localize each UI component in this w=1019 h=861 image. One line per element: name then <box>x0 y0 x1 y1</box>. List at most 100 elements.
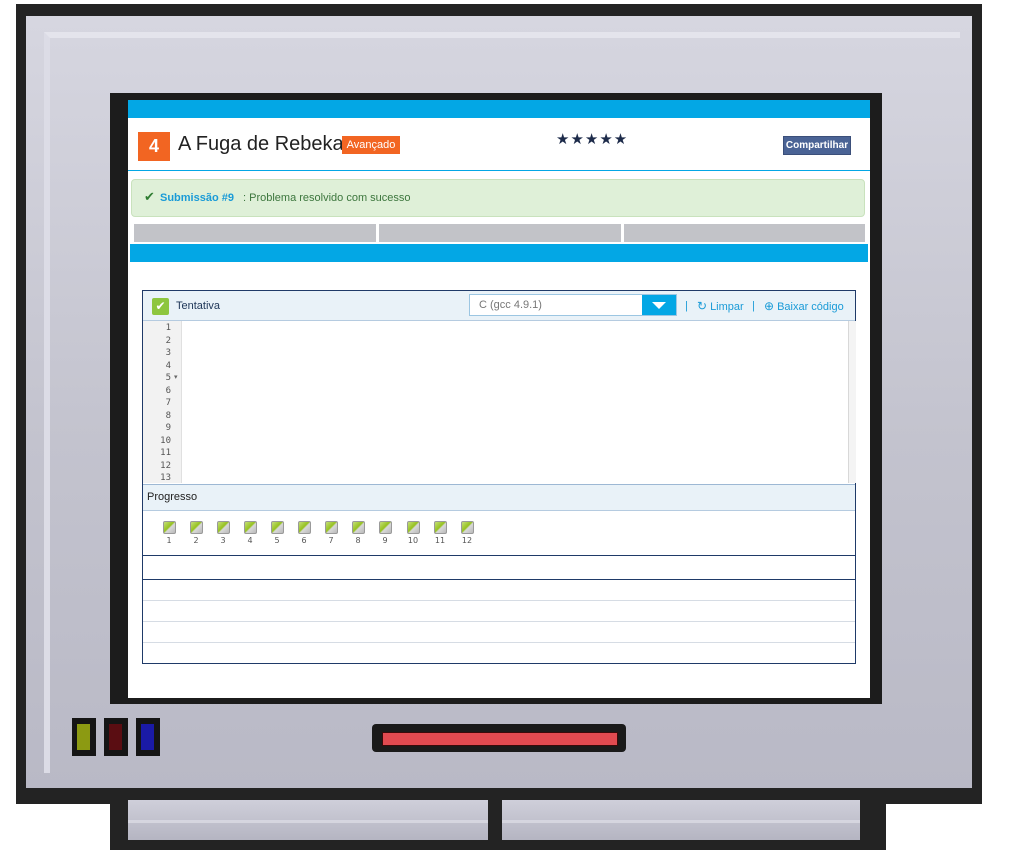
test-status-icon <box>162 521 176 534</box>
fold-arrow-icon[interactable]: ▾ <box>174 373 178 381</box>
line-number: 1 <box>165 323 171 333</box>
test-case[interactable]: 10 <box>405 521 421 545</box>
test-case[interactable]: 6 <box>296 521 312 545</box>
line-number: 3 <box>165 348 171 358</box>
test-number: 6 <box>301 536 307 545</box>
test-status-icon <box>406 521 420 534</box>
toolbar-separator: | <box>685 300 688 312</box>
line-number: 9 <box>165 423 171 433</box>
test-status-icon <box>351 521 365 534</box>
test-case[interactable]: 9 <box>377 521 393 545</box>
results-header-row <box>143 556 855 580</box>
test-number: 1 <box>166 536 172 545</box>
test-case[interactable]: 5 <box>269 521 285 545</box>
table-row <box>143 601 855 622</box>
test-status-icon <box>270 521 284 534</box>
test-case[interactable]: 1 <box>161 521 177 545</box>
line-number-gutter: 1 2 3 4 5 6 7 8 9 10 11 12 13 ▾ <box>143 321 182 483</box>
test-status-icon <box>216 521 230 534</box>
line-number: 10 <box>160 436 171 446</box>
test-number: 5 <box>274 536 280 545</box>
share-button[interactable]: Compartilhar <box>783 136 851 155</box>
editor-toolbar: ✔ Tentativa C (gcc 4.9.1) | ↻ Limpar | ⊕ B… <box>143 291 855 321</box>
screen: 4 A Fuga de Rebeka Avançado ★★★★★ Compar… <box>128 100 870 698</box>
tab-1[interactable] <box>134 224 376 242</box>
test-case[interactable]: 8 <box>350 521 366 545</box>
test-status-icon <box>324 521 338 534</box>
test-case[interactable]: 12 <box>459 521 475 545</box>
test-status-icon <box>433 521 447 534</box>
table-row <box>143 622 855 643</box>
test-status-icon <box>378 521 392 534</box>
download-label: Baixar código <box>777 301 844 313</box>
line-number: 5 <box>165 373 171 383</box>
line-number: 11 <box>160 448 171 458</box>
test-number: 4 <box>247 536 253 545</box>
tab-2[interactable] <box>379 224 621 242</box>
clear-label: Limpar <box>710 301 744 313</box>
power-slot <box>372 724 626 752</box>
progress-header: Progresso <box>143 484 855 511</box>
line-number: 13 <box>160 473 171 483</box>
test-status-icon <box>297 521 311 534</box>
test-case[interactable]: 2 <box>188 521 204 545</box>
section-bar <box>130 244 868 262</box>
code-editor-panel: ✔ Tentativa C (gcc 4.9.1) | ↻ Limpar | ⊕ B… <box>142 290 856 664</box>
submission-link[interactable]: Submissão #9 <box>160 192 234 204</box>
problem-header: 4 A Fuga de Rebeka Avançado ★★★★★ Compar… <box>128 118 870 171</box>
editor-scrollbar[interactable] <box>848 321 856 483</box>
test-number: 2 <box>193 536 199 545</box>
results-table <box>143 555 855 664</box>
toolbar-separator: | <box>752 300 755 312</box>
test-cases-list: 1 2 3 4 5 6 7 8 9 10 11 12 <box>143 511 855 555</box>
line-number: 6 <box>165 386 171 396</box>
table-row <box>143 580 855 601</box>
attempt-label: Tentativa <box>176 300 221 312</box>
check-icon: ✔ <box>152 298 169 315</box>
led-red <box>104 718 128 756</box>
led-yellow <box>72 718 96 756</box>
line-number: 8 <box>165 411 171 421</box>
test-status-icon <box>460 521 474 534</box>
line-number: 4 <box>165 361 171 371</box>
test-status-icon <box>189 521 203 534</box>
tab-bar <box>134 224 865 242</box>
language-select[interactable]: C (gcc 4.9.1) <box>469 294 677 316</box>
clear-button[interactable]: ↻ Limpar <box>697 299 744 313</box>
test-case[interactable]: 3 <box>215 521 231 545</box>
refresh-icon: ↻ <box>697 299 708 313</box>
test-number: 3 <box>220 536 226 545</box>
line-number: 7 <box>165 398 171 408</box>
chevron-down-icon[interactable] <box>642 295 676 315</box>
top-bar <box>128 100 870 118</box>
problem-number-badge: 4 <box>138 132 170 161</box>
test-number: 11 <box>434 536 446 545</box>
rating-stars[interactable]: ★★★★★ <box>556 130 628 148</box>
download-code-button[interactable]: ⊕ Baixar código <box>764 299 844 313</box>
alert-message: : Problema resolvido com sucesso <box>243 192 411 204</box>
tab-3[interactable] <box>624 224 865 242</box>
test-number: 10 <box>407 536 419 545</box>
test-case[interactable]: 11 <box>432 521 448 545</box>
power-bar <box>382 732 618 746</box>
test-case[interactable]: 4 <box>242 521 258 545</box>
test-number: 12 <box>461 536 473 545</box>
line-number: 12 <box>160 461 171 471</box>
stand-panel-left <box>128 800 488 840</box>
monitor-stand <box>110 794 886 850</box>
test-number: 7 <box>328 536 334 545</box>
code-input-area[interactable] <box>182 321 848 483</box>
problem-title: A Fuga de Rebeka <box>178 133 344 155</box>
line-number: 2 <box>165 336 171 346</box>
test-number: 9 <box>382 536 388 545</box>
success-alert: ✔ Submissão #9 : Problema resolvido com … <box>131 179 865 217</box>
test-status-icon <box>243 521 257 534</box>
check-icon: ✔ <box>144 189 155 204</box>
test-case[interactable]: 7 <box>323 521 339 545</box>
language-value: C (gcc 4.9.1) <box>479 299 542 311</box>
test-number: 8 <box>355 536 361 545</box>
led-blue <box>136 718 160 756</box>
level-badge: Avançado <box>342 136 400 154</box>
progress-label: Progresso <box>147 491 198 503</box>
stand-panel-right <box>502 800 860 840</box>
